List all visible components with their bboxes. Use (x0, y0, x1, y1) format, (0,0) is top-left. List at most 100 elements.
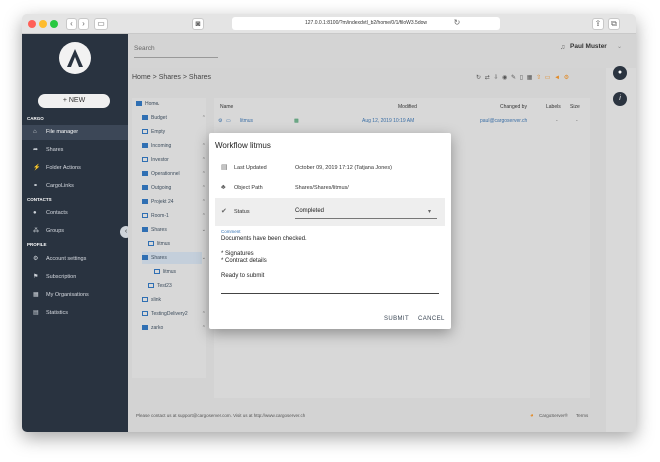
tree-item[interactable]: Empty (142, 126, 165, 138)
new-button[interactable]: + NEW (38, 94, 110, 108)
info-icon: i (619, 95, 621, 102)
user-panel-button[interactable]: ● (613, 66, 627, 80)
chevron-up-icon[interactable]: ⌃ (202, 196, 206, 208)
chevron-up-icon[interactable]: ⌃ (202, 140, 206, 152)
tree-item[interactable]: Home ⌄ (136, 98, 160, 110)
chevron-up-icon[interactable]: ⌃ (202, 154, 206, 166)
tree-item[interactable]: Incoming ⌃ (142, 140, 206, 152)
tree-item[interactable]: litmus (154, 266, 176, 278)
workflow-icon[interactable]: ⚙ (564, 75, 570, 81)
footer-terms[interactable]: Terms (576, 406, 588, 426)
download-icon[interactable]: ⇩ (493, 75, 499, 81)
folder-tree: Home ⌄ Budget ⌃ Empty Incoming ⌃ Investor ⌃ … (132, 98, 206, 378)
folder-icon (142, 171, 148, 177)
share-button[interactable]: ⇪ (592, 18, 604, 30)
tree-item[interactable]: Room-1 ⌃ (142, 210, 206, 222)
column-header-labels[interactable]: Labels (546, 104, 561, 110)
sidebar-item-my-organisations[interactable]: ▦ My Organisations (22, 288, 128, 303)
sidebar-item-account-settings[interactable]: ⚙ Account settings (22, 252, 128, 267)
tree-item[interactable]: slink (142, 294, 161, 306)
app-logo[interactable] (59, 42, 91, 74)
folder-icon (142, 227, 148, 233)
forward-button[interactable]: › (78, 18, 89, 30)
tree-item[interactable]: TestingDelivery2 ⌃ (142, 308, 206, 320)
row-changed-by[interactable]: paul@cargoserver.ch (480, 114, 527, 128)
move-icon[interactable]: ⇄ (485, 75, 491, 81)
submit-button[interactable]: SUBMIT (384, 316, 409, 322)
tree-item[interactable]: zarko ⌃ (142, 322, 206, 334)
sidebar-item-label: Shares (46, 147, 64, 153)
delete-icon[interactable]: ▯ (520, 75, 524, 81)
bell-icon[interactable]: ♫ (560, 44, 565, 51)
info-panel-button[interactable]: i (613, 92, 627, 106)
sidebar-item-statistics[interactable]: ▤ Statistics (22, 306, 128, 321)
chevron-up-icon[interactable]: ⌃ (202, 112, 206, 124)
shield-icon[interactable]: ◙ (192, 18, 204, 30)
tree-item[interactable]: Shares ⌄ (142, 224, 206, 236)
breadcrumb-shares[interactable]: Shares (159, 74, 181, 81)
chevron-up-icon[interactable]: ⌃ (202, 210, 206, 222)
row-name[interactable]: litmus (240, 114, 253, 128)
top-bar: Search ♫ Paul Muster ⌄ (128, 34, 636, 68)
footer-brand[interactable]: CargoServer® (539, 406, 568, 426)
tree-item[interactable]: Budget ⌃ (142, 112, 206, 124)
status-select[interactable]: Completed (295, 204, 437, 219)
user-name[interactable]: Paul Muster (570, 43, 607, 50)
sidebar-item-folder-actions[interactable]: ⚡ Folder Actions (22, 161, 128, 176)
breadcrumb-shares-current[interactable]: Shares (189, 74, 211, 81)
chevron-down-icon[interactable]: ⌄ (617, 43, 622, 50)
sidebar-item-shares[interactable]: ➦ Shares (22, 143, 128, 158)
tabs-button[interactable]: ⧉ (608, 18, 620, 30)
comment-text-line[interactable]: Ready to submit (221, 273, 421, 279)
column-header-changed-by[interactable]: Changed by (500, 104, 527, 110)
workflow-status-icon: ⚙ (218, 118, 223, 124)
file-toolbar: ↻ ⇄ ⇩ ◉ ✎ ▯ ▦ ⇧ ▭ ◄ ⚙ (476, 74, 570, 81)
sidebar-item-groups[interactable]: ⁂ Groups (22, 224, 128, 239)
sidebar-toggle-button[interactable]: ▭ (94, 18, 108, 30)
tree-item[interactable]: Test23 (148, 280, 172, 292)
tree-item[interactable]: Projekt 24 ⌃ (142, 196, 206, 208)
grid-view-icon[interactable]: ▦ (527, 75, 534, 81)
search-input[interactable]: Search (134, 40, 218, 58)
chevron-up-icon[interactable]: ⌃ (202, 182, 206, 194)
chevron-down-icon[interactable]: ⌄ (202, 224, 206, 236)
table-row[interactable]: ⚙ ▭ litmus ▩ Aug 12, 2019 10:19 AM paul@… (214, 114, 590, 128)
chevron-down-icon[interactable]: ⌄ (156, 98, 160, 110)
breadcrumb-home[interactable]: Home (132, 74, 151, 81)
column-header-modified[interactable]: Modified (398, 104, 417, 110)
comment-text-line[interactable]: * Signatures (221, 251, 421, 257)
folder-icon (142, 143, 148, 149)
refresh-icon[interactable]: ↻ (476, 75, 482, 81)
sidebar-item-cargolinks[interactable]: ⚭ CargoLinks (22, 179, 128, 194)
chevron-up-icon[interactable]: ⌃ (202, 322, 206, 334)
reload-icon[interactable]: ↻ (452, 18, 462, 30)
tree-item[interactable]: litmus (148, 238, 170, 250)
comment-text-line[interactable]: Documents have been checked. (221, 236, 421, 242)
upload-icon[interactable]: ⇧ (536, 75, 542, 81)
zoom-window-button[interactable] (50, 20, 58, 28)
chevron-up-icon[interactable]: ⌃ (202, 168, 206, 180)
sidebar-item-subscription[interactable]: ⚑ Subscription (22, 270, 128, 285)
tree-item[interactable]: Operationnel ⌃ (142, 168, 206, 180)
edit-icon[interactable]: ✎ (511, 75, 517, 81)
close-window-button[interactable] (28, 20, 36, 28)
view-icon[interactable]: ◉ (502, 75, 508, 81)
new-folder-icon[interactable]: ▭ (545, 75, 552, 81)
back-button[interactable]: ‹ (66, 18, 77, 30)
tree-item[interactable]: Investor ⌃ (142, 154, 206, 166)
chevron-down-icon[interactable]: ⌄ (202, 252, 206, 264)
tree-item[interactable]: Outgoing ⌃ (142, 182, 206, 194)
chevron-up-icon[interactable]: ⌃ (202, 308, 206, 320)
column-header-size[interactable]: Size (570, 104, 580, 110)
share-action-icon[interactable]: ◄ (554, 75, 561, 81)
column-header-name[interactable]: Name (220, 104, 233, 110)
comment-text-line[interactable]: * Contract details (221, 258, 421, 264)
tree-item-label: Empty (151, 129, 166, 135)
sidebar-item-file-manager[interactable]: ⌂ File manager (22, 125, 128, 140)
sidebar-item-contacts[interactable]: ● Contacts (22, 206, 128, 221)
tree-item-selected[interactable]: Shares ⌄ (142, 252, 206, 264)
cancel-button[interactable]: CANCEL (418, 316, 445, 322)
minimize-window-button[interactable] (39, 20, 47, 28)
dropdown-arrow-icon[interactable]: ▾ (428, 198, 431, 226)
chevron-left-icon: ‹ (124, 228, 128, 235)
